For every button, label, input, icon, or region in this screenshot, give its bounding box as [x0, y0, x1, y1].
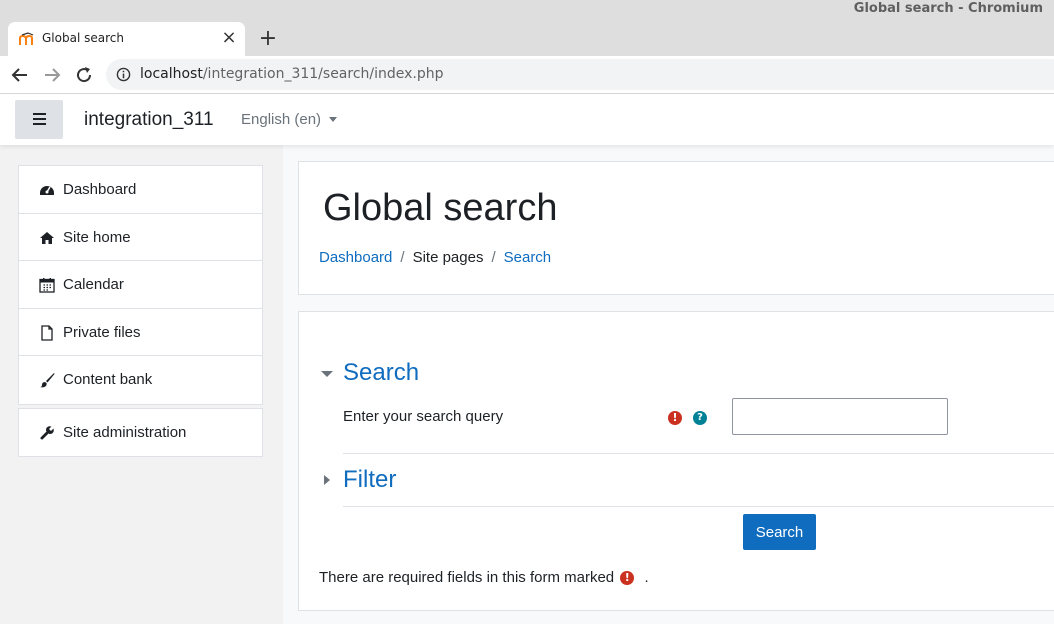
window-title: Global search - Chromium	[853, 1, 1043, 16]
sidebar-item-site-home[interactable]: Site home	[19, 214, 262, 262]
sidebar-item-label: Dashboard	[63, 181, 137, 198]
divider	[343, 506, 1054, 507]
sidebar-item-label: Calendar	[63, 276, 124, 294]
info-icon[interactable]	[116, 67, 131, 82]
drawer-toggle-button[interactable]	[15, 100, 63, 139]
sidebar-item-label: Site administration	[63, 424, 187, 441]
help-icon[interactable]: ?	[693, 411, 707, 425]
required-icon: !	[620, 571, 635, 585]
search-input[interactable]	[732, 398, 948, 435]
breadcrumb-item-site-pages: Site pages	[412, 249, 484, 266]
url-text: localhost/integration_311/search/index.p…	[140, 66, 444, 82]
expand-icon[interactable]	[324, 475, 330, 485]
dashboard-icon	[40, 186, 54, 195]
tab-title: Global search	[42, 31, 124, 45]
divider	[343, 453, 1054, 454]
moodle-favicon-icon	[19, 32, 34, 45]
browser-tab[interactable]: Global search ×	[8, 22, 245, 56]
sidebar-item-label: Content bank	[63, 371, 153, 389]
required-fields-note: There are required fields in this form m…	[319, 569, 649, 586]
site-name[interactable]: integration_311	[84, 109, 214, 131]
sidebar-item-content-bank[interactable]: Content bank	[19, 356, 262, 404]
search-section-header[interactable]: Search	[343, 359, 419, 387]
nav-drawer-admin: Site administration	[18, 408, 263, 457]
required-icon: !	[668, 411, 682, 425]
back-arrow-icon[interactable]	[8, 63, 32, 87]
browser-toolbar: localhost/integration_311/search/index.p…	[0, 56, 1054, 94]
home-icon	[40, 231, 54, 244]
close-icon[interactable]: ×	[219, 28, 239, 48]
language-menu[interactable]: English (en)	[241, 111, 321, 128]
hamburger-icon-line	[33, 118, 46, 120]
sidebar-item-private-files[interactable]: Private files	[19, 309, 262, 357]
sidebar-item-calendar[interactable]: Calendar	[19, 261, 262, 309]
hamburger-icon-line	[33, 113, 46, 115]
site-navbar: integration_311 English (en)	[0, 95, 1054, 145]
browser-titlebar: Global search - Chromium Global search ×…	[0, 0, 1054, 56]
search-form-card: Search Enter your search query ! ? Filte…	[298, 311, 1054, 611]
filter-section-header[interactable]: Filter	[343, 466, 396, 494]
sidebar-item-label: Site home	[63, 228, 131, 246]
breadcrumb-separator: /	[491, 249, 496, 266]
url-host: localhost	[140, 66, 203, 82]
page-title: Global search	[323, 187, 558, 229]
sidebar-item-dashboard[interactable]: Dashboard	[19, 166, 262, 214]
collapse-icon[interactable]	[321, 371, 333, 377]
address-bar[interactable]: localhost/integration_311/search/index.p…	[106, 59, 1054, 90]
url-path: /integration_311/search/index.php	[202, 66, 444, 82]
search-submit-button[interactable]: Search	[743, 514, 816, 550]
calendar-icon	[39, 278, 55, 293]
breadcrumb-separator: /	[400, 249, 405, 266]
paintbrush-icon	[40, 373, 55, 388]
nav-drawer: Dashboard Site home Calendar Private fil…	[18, 165, 263, 405]
wrench-icon	[40, 426, 54, 440]
forward-arrow-icon[interactable]	[40, 63, 64, 87]
search-query-label: Enter your search query	[343, 408, 504, 425]
breadcrumb-link-search[interactable]: Search	[504, 249, 552, 266]
required-note-period: .	[644, 569, 649, 586]
file-icon	[41, 325, 53, 341]
page-header: Global search Dashboard / Site pages / Searc…	[298, 161, 1054, 295]
reload-icon[interactable]	[72, 63, 96, 87]
plus-icon[interactable]: +	[257, 28, 279, 50]
sidebar-item-label: Private files	[63, 323, 141, 341]
required-note-text: There are required fields in this form m…	[319, 569, 615, 586]
sidebar-item-site-administration[interactable]: Site administration	[19, 409, 262, 456]
hamburger-icon-line	[33, 123, 46, 125]
breadcrumb-link-dashboard[interactable]: Dashboard	[319, 249, 392, 266]
breadcrumb: Dashboard / Site pages / Search	[319, 249, 551, 266]
chevron-down-icon[interactable]	[329, 117, 337, 122]
